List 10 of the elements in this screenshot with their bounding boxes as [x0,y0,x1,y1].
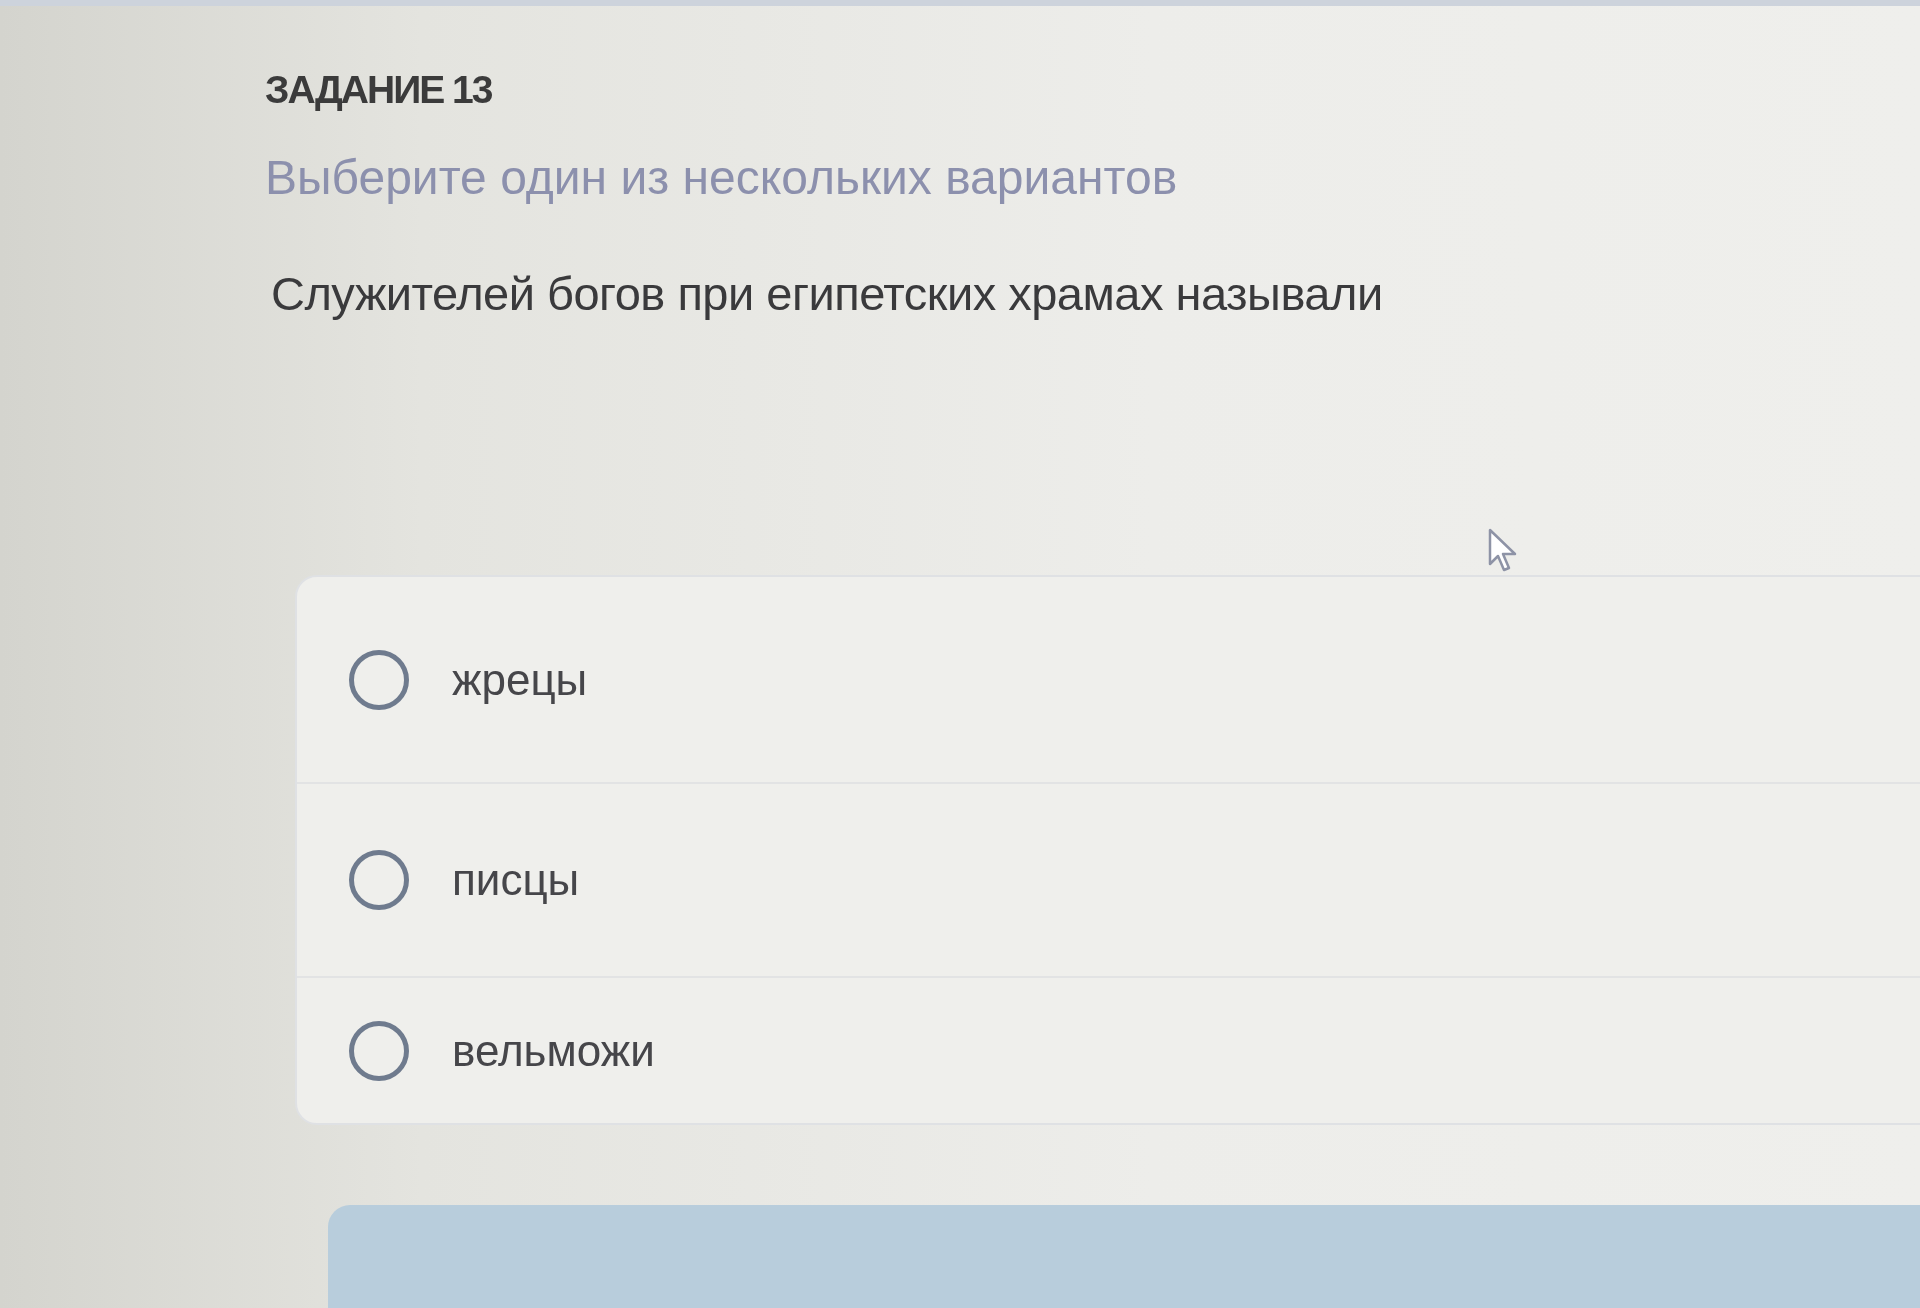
instruction-text: Выберите один из нескольких вариантов [265,150,1179,206]
option-label[interactable]: писцы [452,854,580,906]
task-title: ЗАДАНИЕ 13 [265,68,493,112]
mouse-pointer-icon [1488,528,1518,572]
question-text: Служителей богов при египетских храмах называли [271,266,1384,322]
radio-button[interactable] [349,1020,409,1081]
option-label[interactable]: вельможи [452,1024,655,1077]
option-label[interactable]: жрецы [452,653,588,706]
radio-button[interactable] [349,649,409,710]
radio-button[interactable] [349,850,409,910]
